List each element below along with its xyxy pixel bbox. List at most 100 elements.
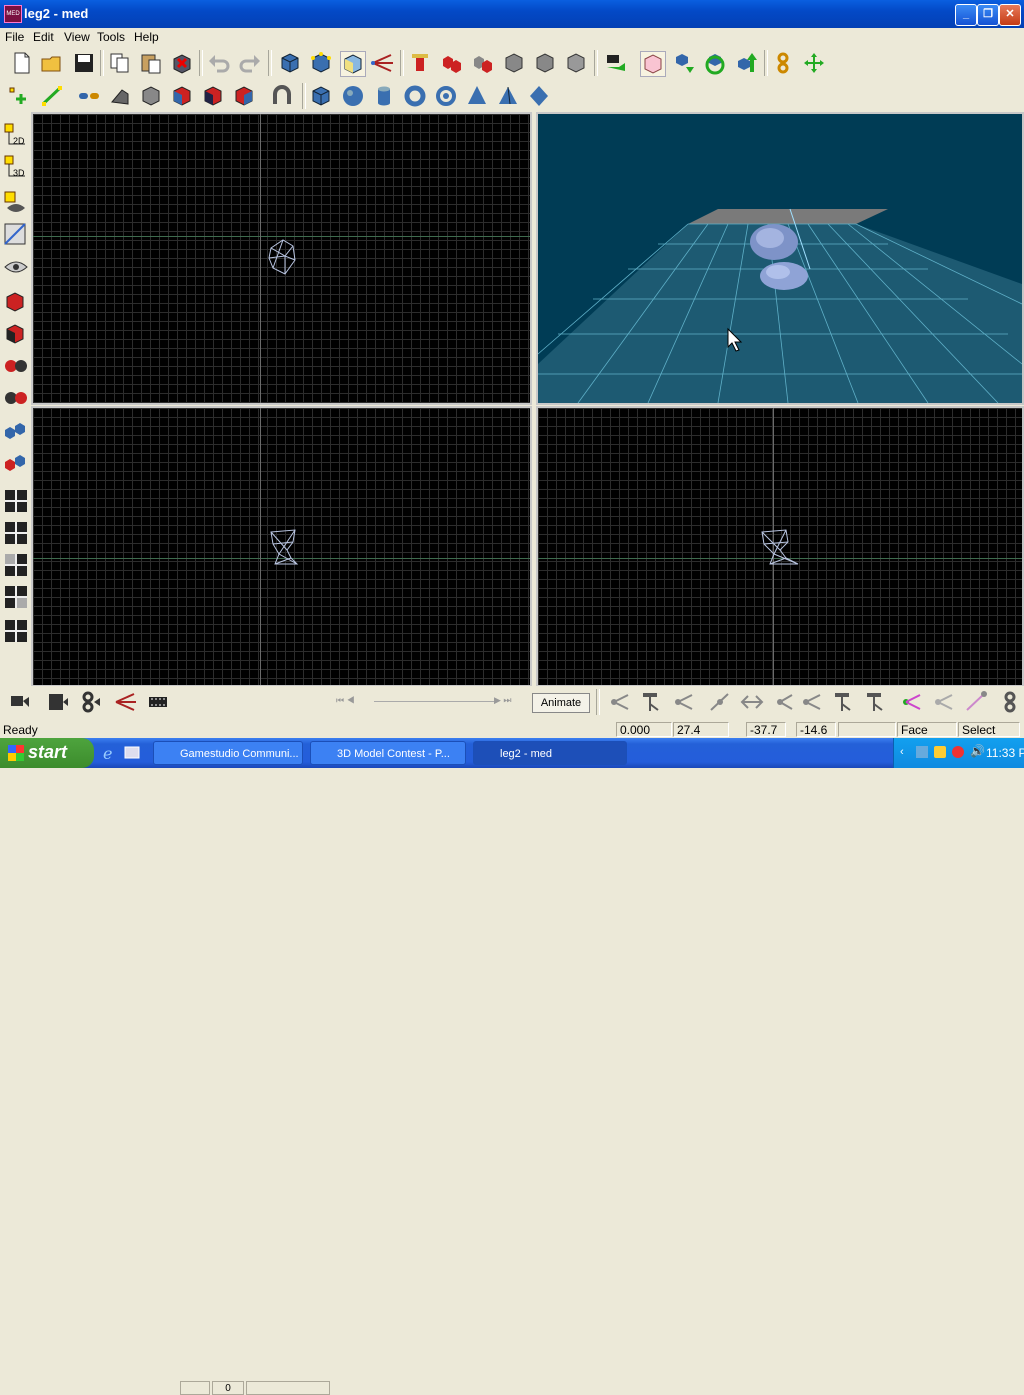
frame-start-field[interactable] xyxy=(180,1381,210,1395)
sphere-primitive-icon[interactable] xyxy=(341,84,365,108)
cone-primitive-icon[interactable] xyxy=(465,84,489,108)
task-3d-model-contest[interactable]: 3D Model Contest - P... xyxy=(310,741,466,765)
split-icon[interactable] xyxy=(232,84,256,108)
view-3d-icon[interactable]: 3D xyxy=(3,154,29,180)
node-icon-4[interactable] xyxy=(708,690,732,714)
bones-animation-icon[interactable] xyxy=(78,690,102,714)
scale-tool-icon[interactable] xyxy=(471,51,495,75)
move-tool-icon[interactable] xyxy=(408,51,432,75)
open-folder-icon[interactable] xyxy=(40,51,64,75)
frame-number-field[interactable] xyxy=(212,1381,244,1395)
node-icon-3[interactable] xyxy=(672,690,696,714)
skeleton-icon[interactable] xyxy=(114,690,138,714)
save-icon[interactable] xyxy=(72,51,96,75)
node-icon-12[interactable] xyxy=(998,690,1022,714)
paste-icon[interactable] xyxy=(139,51,163,75)
frame-range-field[interactable] xyxy=(246,1381,330,1395)
menu-tools[interactable]: Tools xyxy=(97,30,125,44)
zoom-view-icon[interactable] xyxy=(3,386,29,412)
volume-icon[interactable]: 🔊 xyxy=(970,744,985,758)
cube-gray-icon-1[interactable] xyxy=(502,51,526,75)
med-app-icon[interactable]: MED xyxy=(4,5,22,23)
film-icon[interactable] xyxy=(45,690,69,714)
node-icon-11[interactable] xyxy=(964,690,988,714)
animate-button[interactable]: Animate xyxy=(532,693,590,713)
node-icon-5[interactable] xyxy=(740,690,764,714)
layout-single-icon[interactable] xyxy=(3,488,29,514)
view-2d-icon[interactable]: 2D xyxy=(3,122,29,148)
pan-icon[interactable] xyxy=(802,51,826,75)
ring-primitive-icon[interactable] xyxy=(434,84,458,108)
layout-two-icon[interactable] xyxy=(3,520,29,546)
show-icon[interactable] xyxy=(3,190,29,216)
node-icon-10[interactable] xyxy=(932,690,956,714)
bevel-icon[interactable] xyxy=(139,84,163,108)
edge-select-icon[interactable] xyxy=(371,51,395,75)
maximize-button[interactable]: ❐ xyxy=(977,4,999,26)
node-icon-7[interactable] xyxy=(800,690,824,714)
cube-gray-icon-2[interactable] xyxy=(533,51,557,75)
blue-select-icon[interactable] xyxy=(3,420,29,446)
alert-icon[interactable] xyxy=(952,746,964,758)
undo-icon[interactable] xyxy=(207,51,231,75)
rewind-button[interactable]: ⏮ ◀ xyxy=(336,695,372,709)
security-shield-icon[interactable] xyxy=(934,746,946,758)
task-leg2-med[interactable]: leg2 - med xyxy=(473,741,627,765)
cylinder-primitive-icon[interactable] xyxy=(372,84,396,108)
forward-button[interactable]: ▶ ⏭ xyxy=(494,695,530,709)
layout-quad-icon[interactable] xyxy=(3,618,29,644)
start-button[interactable]: start xyxy=(0,738,94,768)
bones-icon[interactable] xyxy=(771,51,795,75)
task-gamestudio[interactable]: Gamestudio Communi... xyxy=(153,741,303,765)
animation-camera-icon[interactable] xyxy=(8,690,32,714)
frame-slider[interactable] xyxy=(374,701,494,702)
pyramid-primitive-icon[interactable] xyxy=(496,84,520,108)
rotate-green-icon[interactable] xyxy=(703,51,727,75)
rotate-view-icon[interactable] xyxy=(3,354,29,380)
menu-view[interactable]: View xyxy=(64,30,90,44)
node-icon-2[interactable] xyxy=(640,690,664,714)
torus-primitive-icon[interactable] xyxy=(403,84,427,108)
node-icon-1[interactable] xyxy=(608,690,632,714)
extrude-icon[interactable] xyxy=(108,84,132,108)
layout-three-icon[interactable] xyxy=(3,552,29,578)
weld-icon[interactable] xyxy=(40,84,64,108)
texture-icon[interactable] xyxy=(3,222,29,248)
node-green-icon[interactable] xyxy=(900,690,924,714)
box-select-icon[interactable] xyxy=(278,51,302,75)
move-up-icon[interactable] xyxy=(734,51,758,75)
magnet-icon[interactable] xyxy=(270,84,294,108)
show-desktop-icon[interactable] xyxy=(123,744,141,762)
add-vertex-icon[interactable] xyxy=(7,84,31,108)
flip-icon[interactable] xyxy=(201,84,225,108)
cut-icon[interactable] xyxy=(170,84,194,108)
cube-gray-icon-3[interactable] xyxy=(564,51,588,75)
diamond-primitive-icon[interactable] xyxy=(527,84,551,108)
ie-quicklaunch-icon[interactable]: e xyxy=(101,744,119,762)
redo-icon[interactable] xyxy=(238,51,262,75)
layout-four-icon[interactable] xyxy=(3,584,29,610)
network-icon[interactable] xyxy=(916,746,928,758)
menu-help[interactable]: Help xyxy=(134,30,159,44)
move-down-icon[interactable] xyxy=(672,51,696,75)
red-select-icon[interactable] xyxy=(3,452,29,478)
red-push-icon[interactable] xyxy=(3,322,29,348)
node-icon-8[interactable] xyxy=(832,690,856,714)
node-icon-9[interactable] xyxy=(864,690,888,714)
minimize-button[interactable]: _ xyxy=(955,4,977,26)
face-select-icon[interactable] xyxy=(340,51,366,77)
red-pull-icon[interactable] xyxy=(3,290,29,316)
eye-icon[interactable] xyxy=(3,254,29,280)
close-button[interactable]: ✕ xyxy=(999,4,1021,26)
rotate-tool-icon[interactable] xyxy=(440,51,464,75)
delete-icon[interactable] xyxy=(170,51,194,75)
vertex-select-icon[interactable] xyxy=(309,51,333,75)
frames-icon[interactable] xyxy=(146,690,170,714)
tray-arrow-icon[interactable]: ‹ xyxy=(900,746,904,758)
node-icon-6[interactable] xyxy=(772,690,796,714)
link-icon[interactable] xyxy=(77,84,101,108)
cube-pink-icon[interactable] xyxy=(640,51,666,77)
camera-icon[interactable] xyxy=(603,51,627,75)
new-file-icon[interactable] xyxy=(10,51,34,75)
copy-icon[interactable] xyxy=(108,51,132,75)
